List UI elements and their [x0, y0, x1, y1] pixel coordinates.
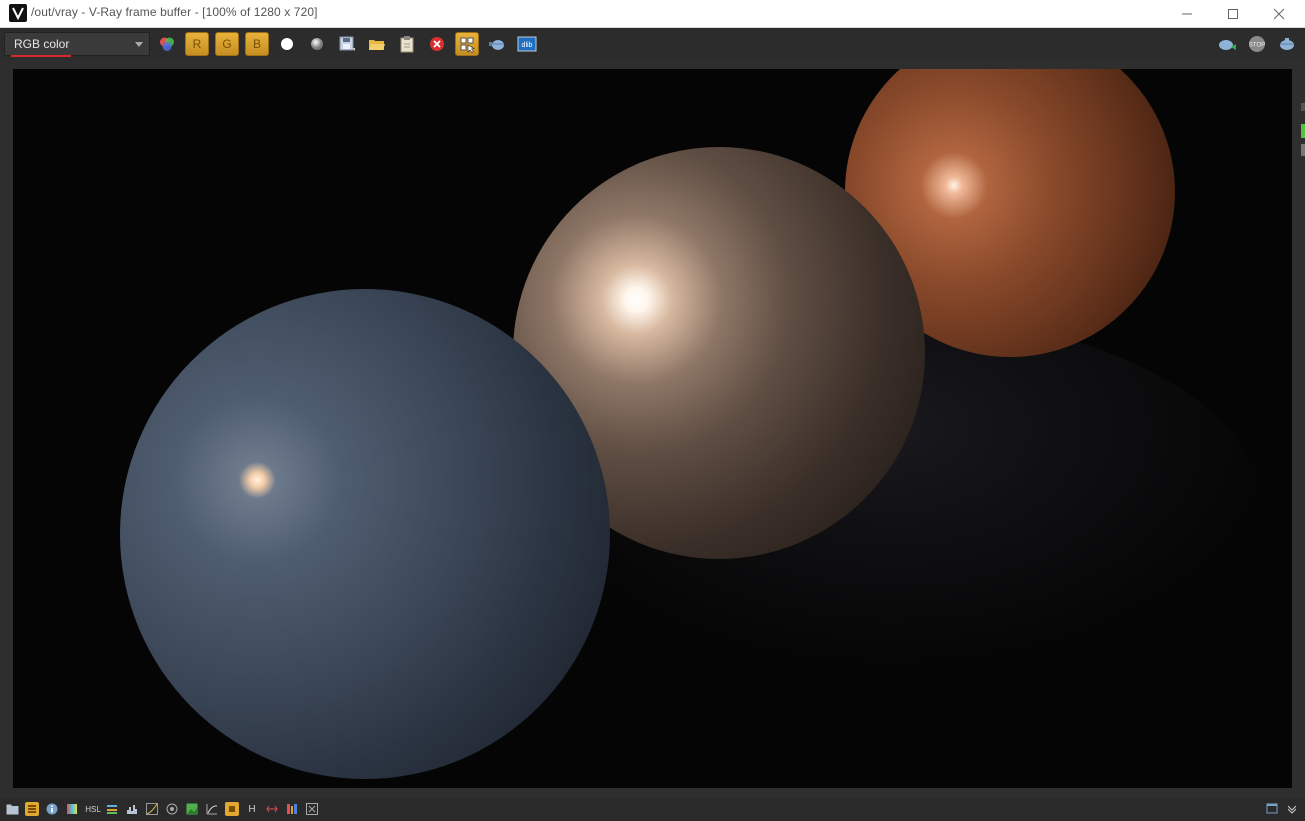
info-icon[interactable] [45, 802, 59, 816]
side-marker [1301, 144, 1305, 156]
red-channel-button[interactable]: R [185, 32, 209, 56]
red-channel-label: R [192, 37, 202, 51]
ab-compare-icon[interactable] [285, 802, 299, 816]
hsl-icon[interactable]: HSL [85, 802, 101, 816]
vray-logo-icon [9, 4, 27, 22]
layers-icon[interactable] [25, 802, 39, 816]
channel-dropdown[interactable]: RGB color [4, 32, 150, 57]
save-icon[interactable] [335, 32, 359, 56]
track-mouse-icon[interactable] [455, 32, 479, 56]
chevron-down-icon[interactable] [1285, 802, 1299, 816]
histogram-icon[interactable] [125, 802, 139, 816]
maximize-button[interactable] [1210, 0, 1256, 27]
stamp-icon[interactable] [225, 802, 239, 816]
lut-icon[interactable] [205, 802, 219, 816]
chevron-down-icon [135, 42, 143, 47]
dlib-label: dlib [522, 42, 533, 49]
render-region-icon[interactable] [485, 32, 509, 56]
blue-channel-button[interactable]: B [245, 32, 269, 56]
stop-render-icon[interactable]: STOP [1245, 32, 1269, 56]
green-channel-button[interactable]: G [215, 32, 239, 56]
render-interactive-icon[interactable] [1215, 32, 1239, 56]
title-bar: /out/vray - V-Ray frame buffer - [100% o… [0, 0, 1305, 28]
green-channel-label: G [222, 37, 232, 51]
levels-icon[interactable] [105, 802, 119, 816]
rendered-image[interactable] [13, 69, 1292, 788]
folder-icon[interactable] [5, 802, 19, 816]
compare-icon[interactable] [265, 802, 279, 816]
close-window-button[interactable] [1256, 0, 1302, 27]
window-title: /out/vray - V-Ray frame buffer - [100% o… [31, 5, 318, 19]
toolbar: RGB color R G B dlib STOP [0, 28, 1305, 60]
side-marker-green [1301, 124, 1305, 138]
stop-label: STOP [1249, 43, 1265, 49]
lens-effects-icon[interactable] [305, 802, 319, 816]
channel-underline [11, 55, 71, 57]
side-marker [1301, 103, 1305, 111]
color-channels-icon[interactable] [155, 32, 179, 56]
minimize-button[interactable] [1164, 0, 1210, 27]
dlib-icon[interactable]: dlib [515, 32, 539, 56]
exposure-icon[interactable] [165, 802, 179, 816]
status-bar: HSL H [0, 798, 1305, 821]
panel-toggle-icon[interactable] [1265, 802, 1279, 816]
h-label-icon[interactable]: H [245, 802, 259, 816]
clear-icon[interactable] [425, 32, 449, 56]
color-correction-icon[interactable] [65, 802, 79, 816]
open-icon[interactable] [365, 32, 389, 56]
curves-icon[interactable] [145, 802, 159, 816]
blue-channel-label: B [252, 37, 261, 51]
clipboard-icon[interactable] [395, 32, 419, 56]
monochrome-icon[interactable] [305, 32, 329, 56]
channel-dropdown-value: RGB color [14, 37, 70, 51]
render-icon[interactable] [1275, 32, 1299, 56]
alpha-white-icon[interactable] [275, 32, 299, 56]
background-image-icon[interactable] [185, 802, 199, 816]
blue-sphere [120, 289, 610, 779]
frame-buffer-viewport[interactable] [0, 60, 1305, 798]
